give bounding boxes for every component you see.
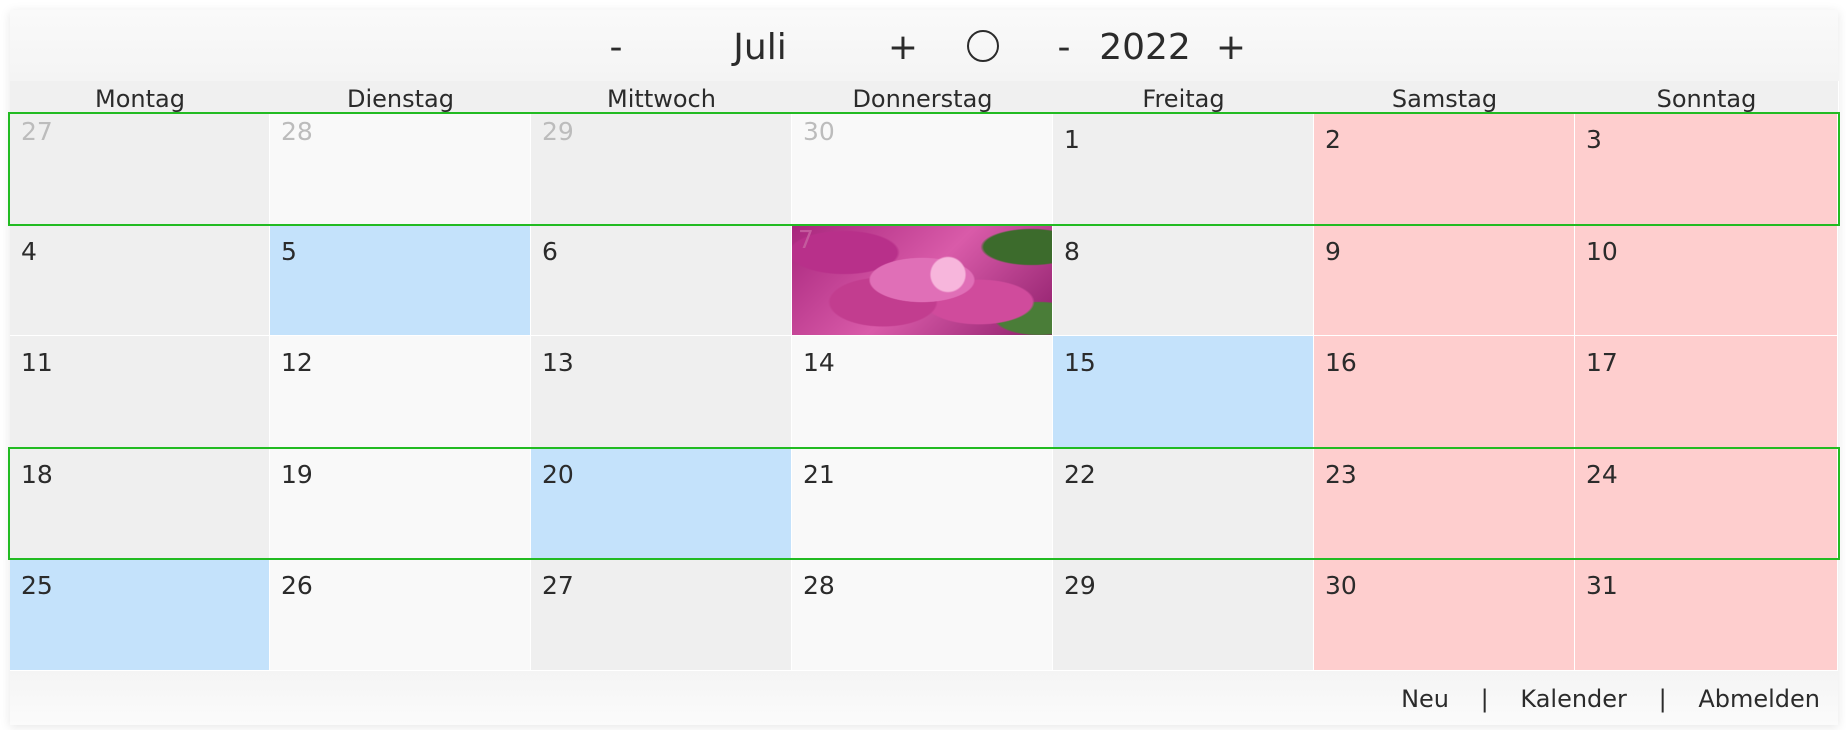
weekday-label-mittwoch: Mittwoch <box>531 81 793 113</box>
day-cell[interactable]: 27 <box>10 113 270 225</box>
day-number: 10 <box>1586 237 1618 266</box>
day-number: 24 <box>1586 460 1618 489</box>
day-number: 13 <box>542 348 574 377</box>
day-number: 30 <box>803 117 835 146</box>
day-cell[interactable]: 12 <box>270 336 531 448</box>
day-number: 6 <box>542 237 558 266</box>
day-cell[interactable]: 28 <box>792 559 1053 671</box>
day-cell[interactable]: 23 <box>1314 448 1575 559</box>
next-month-button[interactable]: + <box>886 22 920 74</box>
day-cell[interactable]: 29 <box>531 113 792 225</box>
day-cell[interactable]: 20 <box>531 448 792 559</box>
day-cell[interactable]: 3 <box>1575 113 1838 225</box>
day-cell[interactable]: 10 <box>1575 225 1838 336</box>
day-cell[interactable]: 22 <box>1053 448 1314 559</box>
day-number: 31 <box>1586 571 1618 600</box>
day-number: 28 <box>803 571 835 600</box>
year-label: 2022 <box>1099 27 1191 68</box>
day-number: 18 <box>21 460 53 489</box>
weekday-label-samstag: Samstag <box>1314 81 1576 113</box>
day-cell[interactable]: 24 <box>1575 448 1838 559</box>
weekday-label-sonntag: Sonntag <box>1575 81 1839 113</box>
day-cell[interactable]: 31 <box>1575 559 1838 671</box>
month-year-navigation: - Juli + - 2022 + <box>0 22 1846 74</box>
day-cell[interactable]: 25 <box>10 559 270 671</box>
day-cell[interactable]: 11 <box>10 336 270 448</box>
day-number: 23 <box>1325 460 1357 489</box>
day-number: 21 <box>803 460 835 489</box>
day-cell[interactable]: 2 <box>1314 113 1575 225</box>
day-cell[interactable]: 4 <box>10 225 270 336</box>
day-cell[interactable]: 26 <box>270 559 531 671</box>
weekday-label-montag: Montag <box>10 81 271 113</box>
footer-separator: | <box>1658 685 1667 713</box>
day-cell[interactable]: 16 <box>1314 336 1575 448</box>
day-number: 26 <box>281 571 313 600</box>
day-number: 19 <box>281 460 313 489</box>
today-circle-icon[interactable] <box>967 30 999 62</box>
next-year-button[interactable]: + <box>1214 22 1248 74</box>
weekday-header: Montag Dienstag Mittwoch Donnerstag Freitag S… <box>10 81 1839 113</box>
prev-month-button[interactable]: - <box>600 22 632 74</box>
day-number: 7 <box>798 225 814 254</box>
day-number: 17 <box>1586 348 1618 377</box>
day-cell[interactable]: 30 <box>792 113 1053 225</box>
day-number: 27 <box>21 117 53 146</box>
footer-links: Neu | Kalender | Abmelden <box>1401 682 1820 716</box>
day-number: 15 <box>1064 348 1096 377</box>
day-number: 8 <box>1064 237 1080 266</box>
day-number: 29 <box>542 117 574 146</box>
day-cell[interactable]: 27 <box>531 559 792 671</box>
day-number: 2 <box>1325 125 1341 154</box>
day-number: 29 <box>1064 571 1096 600</box>
weekday-label-dienstag: Dienstag <box>270 81 532 113</box>
day-number: 25 <box>21 571 53 600</box>
day-cell[interactable]: 19 <box>270 448 531 559</box>
day-number: 27 <box>542 571 574 600</box>
day-number: 9 <box>1325 237 1341 266</box>
month-label: Juli <box>733 27 787 68</box>
day-number: 28 <box>281 117 313 146</box>
day-cell[interactable]: 30 <box>1314 559 1575 671</box>
day-cell[interactable]: 29 <box>1053 559 1314 671</box>
weekday-label-donnerstag: Donnerstag <box>792 81 1054 113</box>
day-number: 11 <box>21 348 53 377</box>
day-number: 4 <box>21 237 37 266</box>
day-number: 30 <box>1325 571 1357 600</box>
day-number: 12 <box>281 348 313 377</box>
day-cell[interactable]: 14 <box>792 336 1053 448</box>
day-cell[interactable]: 9 <box>1314 225 1575 336</box>
day-cell[interactable]: 21 <box>792 448 1053 559</box>
day-cell[interactable]: 28 <box>270 113 531 225</box>
day-cell[interactable]: 17 <box>1575 336 1838 448</box>
calendar-link[interactable]: Kalender <box>1520 682 1627 716</box>
day-cell-image[interactable]: 7 <box>792 225 1053 336</box>
day-number: 22 <box>1064 460 1096 489</box>
day-cell[interactable]: 1 <box>1053 113 1314 225</box>
logout-link[interactable]: Abmelden <box>1698 682 1820 716</box>
prev-year-button[interactable]: - <box>1048 22 1080 74</box>
day-cell[interactable]: 5 <box>270 225 531 336</box>
day-number: 14 <box>803 348 835 377</box>
day-number: 3 <box>1586 125 1602 154</box>
day-cell[interactable]: 8 <box>1053 225 1314 336</box>
day-number: 1 <box>1064 125 1080 154</box>
weekday-label-freitag: Freitag <box>1053 81 1315 113</box>
day-cell[interactable]: 18 <box>10 448 270 559</box>
day-number: 16 <box>1325 348 1357 377</box>
footer-separator: | <box>1480 685 1489 713</box>
day-cell[interactable]: 13 <box>531 336 792 448</box>
new-link[interactable]: Neu <box>1401 682 1449 716</box>
day-cell[interactable]: 6 <box>531 225 792 336</box>
day-number: 20 <box>542 460 574 489</box>
day-number: 5 <box>281 237 297 266</box>
day-cell[interactable]: 15 <box>1053 336 1314 448</box>
